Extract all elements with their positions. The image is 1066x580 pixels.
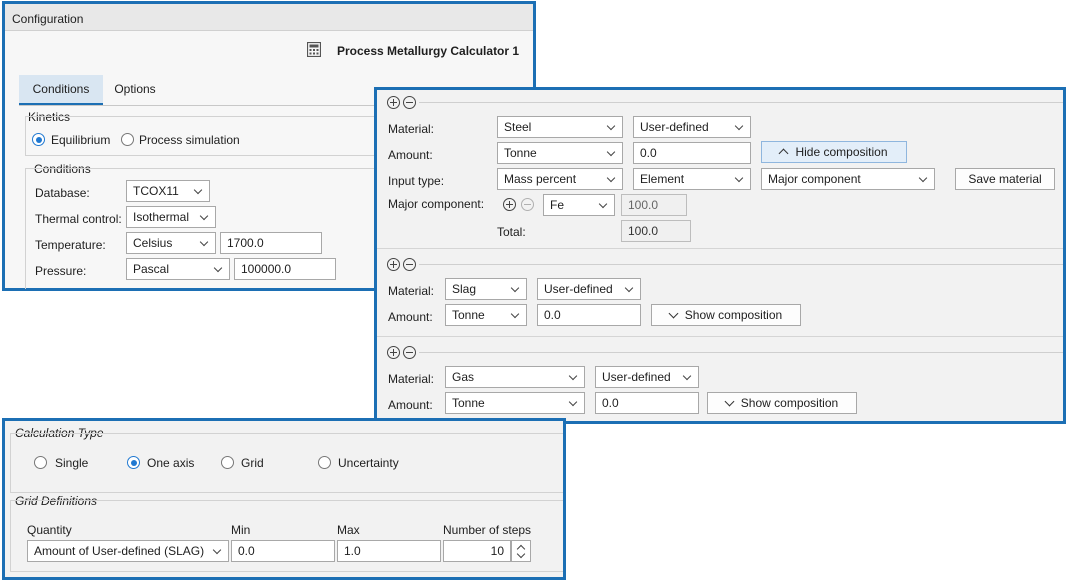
spin-down-icon[interactable] bbox=[516, 549, 526, 559]
gas-amount-input[interactable]: 0.0 bbox=[595, 392, 699, 414]
chevron-down-icon bbox=[668, 308, 679, 319]
radio-equilibrium-label: Equilibrium bbox=[51, 133, 111, 147]
slag-amount-input[interactable]: 0.0 bbox=[537, 304, 641, 326]
radio-equilibrium[interactable] bbox=[32, 133, 45, 146]
radio-single[interactable] bbox=[34, 456, 47, 469]
input-type-select[interactable]: Mass percent bbox=[497, 168, 623, 190]
thermal-control-label: Thermal control: bbox=[35, 212, 122, 226]
calculator-title: Process Metallurgy Calculator 1 bbox=[337, 44, 520, 58]
gas-type-select[interactable]: User-defined bbox=[595, 366, 699, 388]
panel-header bbox=[5, 4, 533, 31]
radio-single-label: Single bbox=[55, 456, 89, 470]
hide-composition-button[interactable]: Hide composition bbox=[761, 141, 907, 163]
gas-material-select[interactable]: Gas bbox=[445, 366, 585, 388]
slag-type-select[interactable]: User-defined bbox=[537, 278, 641, 300]
pressure-unit-select[interactable]: Pascal bbox=[126, 258, 230, 280]
radio-grid-label: Grid bbox=[241, 456, 264, 470]
input-type-label: Input type: bbox=[388, 174, 445, 188]
major-component-element-select[interactable]: Fe bbox=[543, 194, 615, 216]
database-select[interactable]: TCOX11 bbox=[126, 180, 210, 202]
gas-material-label: Material: bbox=[388, 372, 435, 386]
steel-amount-unit-select[interactable]: Tonne bbox=[497, 142, 623, 164]
show-composition-label: Show composition bbox=[684, 308, 783, 322]
database-label: Database: bbox=[35, 186, 90, 200]
tab-conditions-label: Conditions bbox=[32, 82, 90, 96]
temperature-unit-select[interactable]: Celsius bbox=[126, 232, 216, 254]
steps-input[interactable]: 10 bbox=[443, 540, 511, 562]
chevron-down-icon bbox=[724, 396, 735, 407]
radio-uncertainty[interactable] bbox=[318, 456, 331, 469]
section-divider bbox=[377, 336, 1063, 337]
divider bbox=[419, 352, 1063, 353]
steel-material-label: Material: bbox=[388, 122, 435, 136]
quantity-header: Quantity bbox=[27, 523, 72, 537]
divider bbox=[419, 264, 1063, 265]
slag-amount-unit-select[interactable]: Tonne bbox=[445, 304, 527, 326]
radio-one-axis[interactable] bbox=[127, 456, 140, 469]
add-component-icon[interactable] bbox=[503, 198, 516, 211]
add-material-icon[interactable] bbox=[387, 258, 400, 271]
steel-amount-input[interactable]: 0.0 bbox=[633, 142, 751, 164]
radio-process-simulation-label: Process simulation bbox=[139, 133, 240, 147]
tab-options-label: Options bbox=[114, 82, 156, 96]
calculator-icon bbox=[306, 41, 322, 58]
remove-material-icon[interactable] bbox=[403, 96, 416, 109]
slag-material-label: Material: bbox=[388, 284, 435, 298]
temperature-label: Temperature: bbox=[35, 238, 106, 252]
pressure-input[interactable]: 100000.0 bbox=[234, 258, 336, 280]
chevron-up-icon bbox=[779, 148, 789, 159]
steel-amount-label: Amount: bbox=[388, 148, 433, 162]
gas-amount-label: Amount: bbox=[388, 398, 433, 412]
tab-conditions[interactable]: Conditions bbox=[19, 75, 103, 105]
calculation-panel: Calculation Type Single One axis Grid Un… bbox=[2, 418, 566, 580]
basis-select[interactable]: Element bbox=[633, 168, 751, 190]
gas-show-composition-button[interactable]: Show composition bbox=[707, 392, 857, 414]
steps-spinner[interactable] bbox=[511, 540, 531, 562]
tab-options[interactable]: Options bbox=[103, 75, 167, 103]
slag-material-select[interactable]: Slag bbox=[445, 278, 527, 300]
materials-panel: Material: Steel User-defined Amount: Ton… bbox=[374, 87, 1066, 424]
total-label: Total: bbox=[497, 225, 526, 239]
pressure-label: Pressure: bbox=[35, 264, 87, 278]
steel-material-select[interactable]: Steel bbox=[497, 116, 623, 138]
major-component-value: 100.0 bbox=[621, 194, 687, 216]
divider bbox=[419, 102, 1063, 103]
min-header: Min bbox=[231, 523, 251, 537]
min-input[interactable]: 0.0 bbox=[231, 540, 335, 562]
remove-component-icon bbox=[521, 198, 534, 211]
major-component-select[interactable]: Major component bbox=[761, 168, 935, 190]
radio-process-simulation[interactable] bbox=[121, 133, 134, 146]
slag-show-composition-button[interactable]: Show composition bbox=[651, 304, 801, 326]
hide-composition-label: Hide composition bbox=[795, 145, 888, 159]
remove-material-icon[interactable] bbox=[403, 258, 416, 271]
remove-material-icon[interactable] bbox=[403, 346, 416, 359]
slag-amount-label: Amount: bbox=[388, 310, 433, 324]
quantity-select[interactable]: Amount of User-defined (SLAG) bbox=[27, 540, 229, 562]
total-value: 100.0 bbox=[621, 220, 691, 242]
save-material-button[interactable]: Save material bbox=[955, 168, 1055, 190]
add-material-icon[interactable] bbox=[387, 346, 400, 359]
show-composition-label: Show composition bbox=[740, 396, 839, 410]
gas-amount-unit-select[interactable]: Tonne bbox=[445, 392, 585, 414]
max-input[interactable]: 1.0 bbox=[337, 540, 441, 562]
radio-one-axis-label: One axis bbox=[147, 456, 195, 470]
major-component-label: Major component: bbox=[388, 197, 485, 211]
panel-title: Configuration bbox=[12, 12, 84, 26]
steel-type-select[interactable]: User-defined bbox=[633, 116, 751, 138]
add-material-icon[interactable] bbox=[387, 96, 400, 109]
thermal-control-select[interactable]: Isothermal bbox=[126, 206, 216, 228]
temperature-input[interactable]: 1700.0 bbox=[220, 232, 322, 254]
radio-uncertainty-label: Uncertainty bbox=[338, 456, 399, 470]
calc-type-frame bbox=[10, 433, 563, 493]
radio-grid[interactable] bbox=[221, 456, 234, 469]
section-divider bbox=[377, 248, 1063, 249]
max-header: Max bbox=[337, 523, 360, 537]
steps-header: Number of steps bbox=[443, 523, 532, 537]
